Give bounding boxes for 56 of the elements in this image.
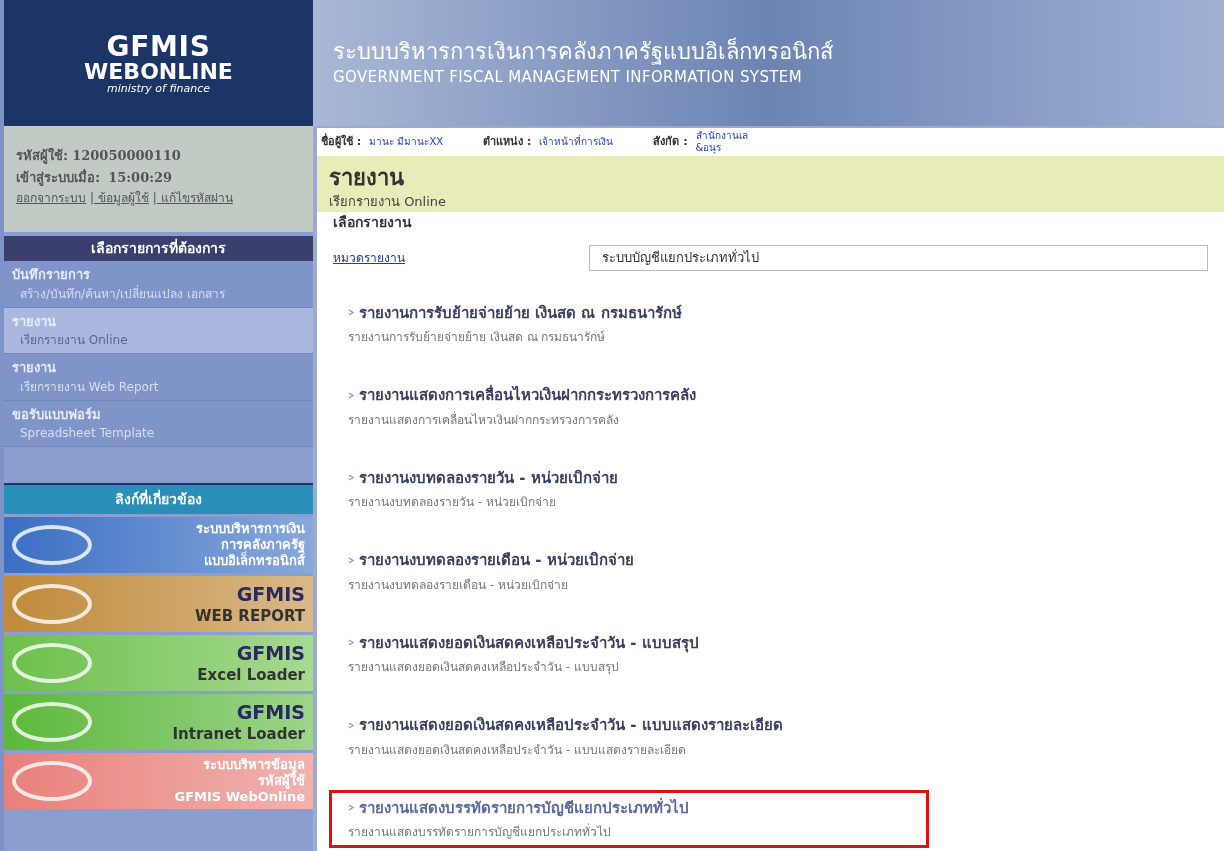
- chevron-icon: [348, 474, 355, 482]
- page-subtitle: เรียกรายงาน Online: [329, 192, 448, 211]
- chevron-icon: [348, 721, 355, 729]
- system-title: ระบบบริหารการเงินการคลังภาครัฐแบบอิเล็กทรอนิกส์: [333, 38, 834, 66]
- field-value: สำนักงานเล &อนุร: [695, 129, 748, 155]
- field-label: สังกัด :: [653, 133, 688, 150]
- report-entry[interactable]: รายงานแสดงยอดเงินสดคงเหลือประจำวัน - แบบแสดงรายละเอียด รายงานแสดงยอดเงินสดคงเหลือประจำวัน - แบบแสดงรายละเอียด: [329, 707, 929, 766]
- user-id-label: รหัสผู้ใช้:: [16, 146, 69, 166]
- field-label: ตำแหน่ง :: [483, 133, 532, 150]
- login-time: 15:00:29: [108, 168, 173, 187]
- logo-text: WEBONLINE: [84, 60, 233, 83]
- report-title: รายงานงบทดลองรายวัน - หน่วยเบิกจ่าย: [359, 467, 618, 489]
- report-entry[interactable]: รายงานการรับย้ายจ่ายย้าย เงินสด ณ กรมธนารักษ์ รายงานการรับย้ายจ่ายย้าย เงินสด ณ กรมธนารักษ์: [329, 294, 929, 353]
- field-value: เจ้าหน้าที่การเงิน: [539, 135, 614, 149]
- report-title: รายงานงบทดลองรายเดือน - หน่วยเบิกจ่าย: [359, 550, 634, 571]
- category-link[interactable]: หมวดรายงาน: [333, 248, 573, 267]
- links-header: ลิงก์ที่เกี่ยวข้อง: [4, 483, 313, 514]
- report-description: รายงานแสดงยอดเงินสดคงเหลือประจำวัน - แบบแสดงรายละเอียด: [348, 741, 687, 759]
- report-description: รายงานการรับย้ายจ่ายย้าย เงินสด ณ กรมธนารักษ์: [348, 329, 607, 346]
- report-description: รายงานแสดงบรรทัดรายการบัญชีแยกประเภททั่วไป: [348, 823, 612, 841]
- report-entry[interactable]: รายงานแสดงบรรทัดรายการบัญชีแยกประเภททั่วไป รายงานแสดงบรรทัดรายการบัญชีแยกประเภททั่วไป: [329, 789, 929, 848]
- chevron-icon: [348, 804, 355, 812]
- link-banner[interactable]: GFMIS Excel Loader: [4, 635, 313, 691]
- field-value: มานะ มีมานะXX: [369, 135, 444, 149]
- chevron-icon: [348, 639, 355, 647]
- section-title: เลือกรายงาน: [332, 213, 413, 232]
- report-description: รายงานแสดงการเคลื่อนไหวเงินฝากกระทรวงการคลัง: [348, 410, 620, 429]
- logo-text: GFMIS: [106, 32, 211, 61]
- report-description: รายงานแสดงยอดเงินสดคงเหลือประจำวัน - แบบสรุป: [348, 659, 620, 676]
- menu-header: เลือกรายการที่ต้องการ: [4, 236, 313, 261]
- report-title: รายงานแสดงยอดเงินสดคงเหลือประจำวัน - แบบแสดงรายละเอียด: [359, 715, 783, 736]
- user-link[interactable]: | แก้ไขรหัสผ่าน: [152, 189, 233, 207]
- chevron-icon: [348, 556, 355, 564]
- chevron-icon: [348, 391, 355, 399]
- chevron-icon: [348, 309, 355, 317]
- report-title: รายงานแสดงบรรทัดรายการบัญชีแยกประเภททั่วไป: [359, 796, 689, 819]
- link-banner[interactable]: GFMIS Intranet Loader: [4, 694, 313, 750]
- report-title: รายงานแสดงยอดเงินสดคงเหลือประจำวัน - แบบสรุป: [359, 632, 699, 654]
- report-description: รายงานงบทดลองรายเดือน - หน่วยเบิกจ่าย: [348, 576, 569, 594]
- user-link[interactable]: ออกจากระบบ: [16, 189, 86, 207]
- system-subtitle: GOVERNMENT FISCAL MANAGEMENT INFORMATION SYSTEM: [333, 66, 803, 88]
- report-title: รายงานแสดงการเคลื่อนไหวเงินฝากกระทรวงการคลัง: [359, 384, 696, 406]
- user-id: 120050000110: [72, 147, 181, 165]
- logo-text: ministry of finance: [106, 82, 211, 94]
- report-entry[interactable]: รายงานแสดงยอดเงินสดคงเหลือประจำวัน - แบบสรุป รายงานแสดงยอดเงินสดคงเหลือประจำวัน - แบบสรุป: [329, 624, 929, 683]
- link-banner[interactable]: GFMIS WEB REPORT: [4, 576, 313, 632]
- category-select[interactable]: ระบบบัญชีแยกประเภททั่วไป: [589, 245, 1208, 271]
- page-title: รายงาน: [329, 164, 405, 192]
- report-entry[interactable]: รายงานงบทดลองรายเดือน - หน่วยเบิกจ่าย รายงานงบทดลองรายเดือน - หน่วยเบิกจ่าย: [329, 542, 929, 601]
- report-entry[interactable]: รายงานแสดงการเคลื่อนไหวเงินฝากกระทรวงการคลัง รายงานแสดงการเคลื่อนไหวเงินฝากกระทรวงการคลัง: [329, 377, 929, 436]
- report-description: รายงานงบทดลองรายวัน - หน่วยเบิกจ่าย: [348, 494, 557, 511]
- user-link[interactable]: | ข้อมูลผู้ใช้: [90, 189, 149, 207]
- login-time-label: เข้าสู่ระบบเมื่อ:: [16, 167, 101, 187]
- field-label: ชื่อผู้ใช้ :: [321, 133, 362, 151]
- report-title: รายงานการรับย้ายจ่ายย้าย เงินสด ณ กรมธนารักษ์: [359, 302, 682, 324]
- report-entry[interactable]: รายงานงบทดลองรายวัน - หน่วยเบิกจ่าย รายงานงบทดลองรายวัน - หน่วยเบิกจ่าย: [329, 459, 929, 518]
